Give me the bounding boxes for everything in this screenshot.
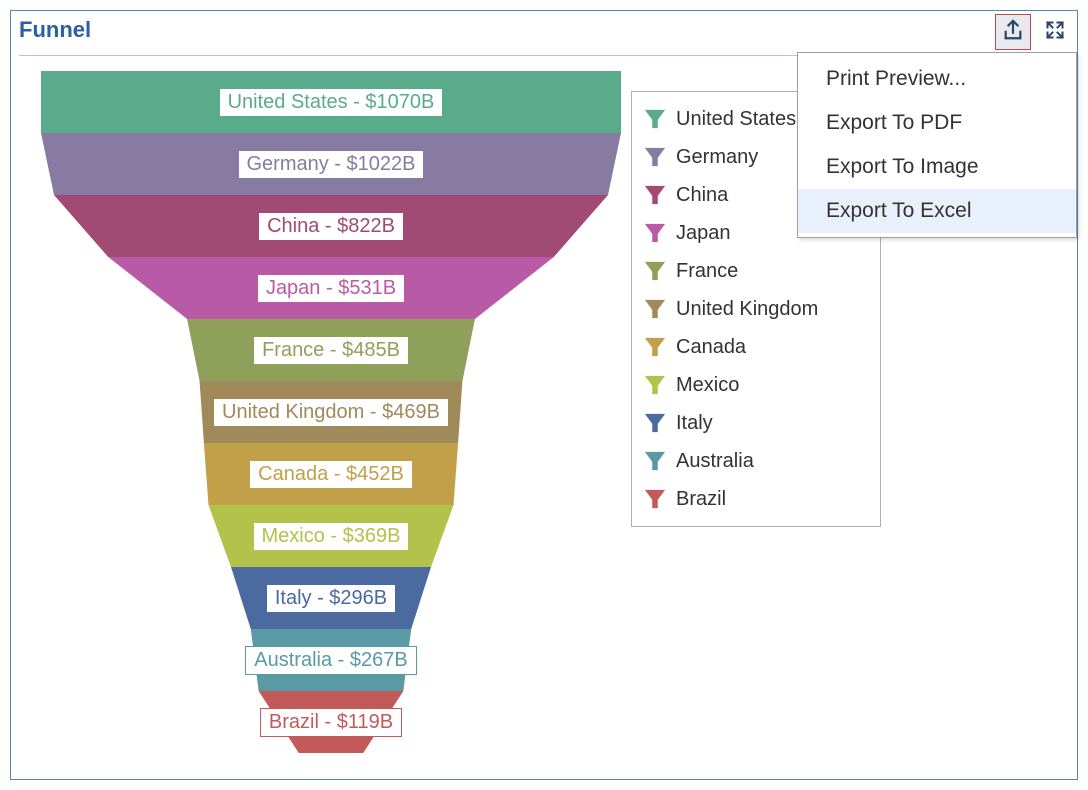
fullscreen-button[interactable] <box>1037 14 1073 50</box>
legend-item[interactable]: Canada <box>644 328 868 366</box>
legend-label: Brazil <box>676 488 726 511</box>
export-button[interactable] <box>995 14 1031 50</box>
funnel-slice[interactable]: Japan - $531B <box>41 257 621 319</box>
funnel-icon <box>644 222 666 244</box>
legend-label: Germany <box>676 146 758 169</box>
funnel-icon <box>644 146 666 168</box>
menu-item[interactable]: Export To PDF <box>798 101 1076 145</box>
export-menu: Print Preview...Export To PDFExport To I… <box>797 52 1077 238</box>
funnel-icon <box>644 488 666 510</box>
legend-label: United States <box>676 108 796 131</box>
legend-label: China <box>676 184 728 207</box>
funnel-slice[interactable]: China - $822B <box>41 195 621 257</box>
menu-item[interactable]: Export To Excel <box>798 189 1076 233</box>
legend-label: United Kingdom <box>676 298 818 321</box>
funnel-slice[interactable]: Brazil - $119B <box>41 691 621 753</box>
funnel-slice[interactable]: Mexico - $369B <box>41 505 621 567</box>
fullscreen-icon <box>1045 20 1065 45</box>
legend-item[interactable]: United Kingdom <box>644 290 868 328</box>
funnel-icon <box>644 336 666 358</box>
legend-label: Mexico <box>676 374 739 397</box>
funnel-slice[interactable]: United Kingdom - $469B <box>41 381 621 443</box>
funnel-slice[interactable]: Germany - $1022B <box>41 133 621 195</box>
legend-item[interactable]: Brazil <box>644 480 868 518</box>
chart-panel: Funnel United States - $1 <box>10 10 1078 780</box>
funnel-icon <box>644 260 666 282</box>
menu-item[interactable]: Print Preview... <box>798 57 1076 101</box>
funnel-icon <box>644 412 666 434</box>
legend-label: Canada <box>676 336 746 359</box>
funnel-icon <box>644 298 666 320</box>
legend-item[interactable]: Australia <box>644 442 868 480</box>
funnel-slice[interactable]: United States - $1070B <box>41 71 621 133</box>
legend-label: Italy <box>676 412 713 435</box>
funnel-slice[interactable]: France - $485B <box>41 319 621 381</box>
legend-item[interactable]: Italy <box>644 404 868 442</box>
export-icon <box>1002 19 1024 46</box>
funnel-slice[interactable]: Canada - $452B <box>41 443 621 505</box>
legend-item[interactable]: France <box>644 252 868 290</box>
panel-title: Funnel <box>19 17 91 43</box>
funnel-chart: United States - $1070BGermany - $1022BCh… <box>41 71 621 761</box>
toolbar <box>995 14 1073 50</box>
funnel-slice[interactable]: Australia - $267B <box>41 629 621 691</box>
legend-label: Japan <box>676 222 731 245</box>
legend-item[interactable]: Mexico <box>644 366 868 404</box>
legend-label: France <box>676 260 738 283</box>
funnel-icon <box>644 184 666 206</box>
funnel-icon <box>644 108 666 130</box>
menu-item[interactable]: Export To Image <box>798 145 1076 189</box>
funnel-icon <box>644 374 666 396</box>
funnel-icon <box>644 450 666 472</box>
funnel-slice[interactable]: Italy - $296B <box>41 567 621 629</box>
legend-label: Australia <box>676 450 754 473</box>
